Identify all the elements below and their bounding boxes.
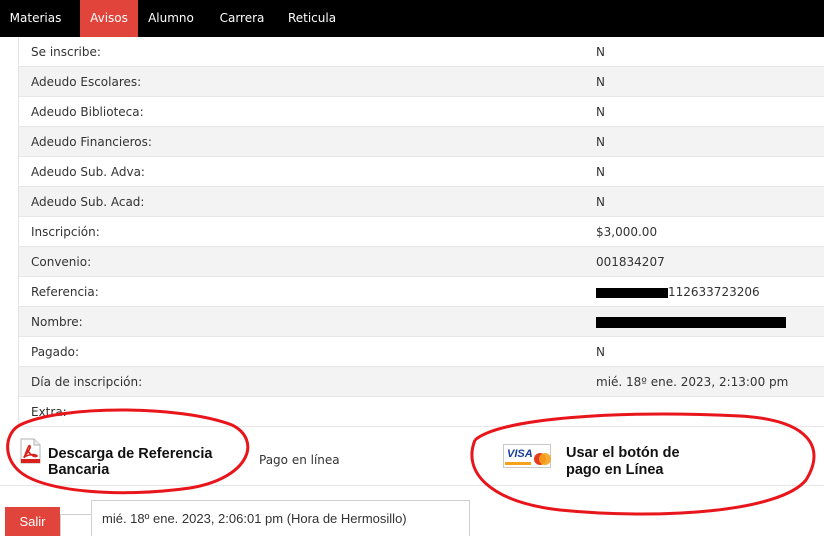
row-value: N [596,105,605,119]
server-datetime: mié. 18º ene. 2023, 2:06:01 pm (Hora de … [102,511,407,526]
row-label: Adeudo Financieros: [31,135,152,149]
row-value: N [596,165,605,179]
info-row-adeudo-biblioteca: Adeudo Biblioteca: N [18,97,824,127]
info-row-inscripcion: Inscripción: $3,000.00 [18,217,824,247]
salir-button[interactable]: Salir [5,507,60,536]
info-row-pagado: Pagado: N [18,337,824,367]
row-value: N [596,195,605,209]
row-value: N [596,45,605,59]
row-label: Inscripción: [31,225,100,239]
row-value: N [596,75,605,89]
redaction-bar [596,317,786,328]
top-nav: Materias Avisos Alumno Carrera Reticula [0,0,824,37]
row-label: Pagado: [31,345,80,359]
tab-reticula[interactable]: Reticula [281,0,343,37]
row-label: Referencia: [31,285,99,299]
info-row-dia-inscripcion: Día de inscripción: mié. 18º ene. 2023, … [18,367,824,397]
info-row-adeudo-sub-acad: Adeudo Sub. Acad: N [18,187,824,217]
row-value: mié. 18º ene. 2023, 2:13:00 pm [596,375,789,389]
pdf-icon[interactable] [19,438,41,464]
row-value: N [596,345,605,359]
row-label: Adeudo Sub. Adva: [31,165,145,179]
info-row-adeudo-escolares: Adeudo Escolares: N [18,67,824,97]
row-label: Adeudo Escolares: [31,75,142,89]
row-label: Día de inscripción: [31,375,143,389]
row-value: 001834207 [596,255,665,269]
footer-spacer [60,514,91,536]
row-label: Convenio: [31,255,92,269]
info-row-nombre: Nombre: [18,307,824,337]
inscription-info-table: Se inscribe: N Adeudo Escolares: N Adeud… [18,37,824,427]
tab-alumno[interactable]: Alumno [142,0,200,37]
tab-avisos[interactable]: Avisos [80,0,138,37]
info-row-referencia: Referencia: 112633723206 [18,277,824,307]
row-value: 112633723206 [596,277,760,307]
download-reference-link[interactable]: Descarga de Referencia Bancaria [48,446,238,478]
online-payment-button-link[interactable]: Usar el botón de pago en Línea [566,445,716,479]
row-label: Extra: [31,405,67,419]
tab-carrera[interactable]: Carrera [214,0,270,37]
row-value: $3,000.00 [596,225,658,239]
visa-brand-text: VISA [507,448,533,460]
row-label: Se inscribe: [31,45,101,59]
row-label: Adeudo Sub. Acad: [31,195,145,209]
pago-en-linea-link[interactable]: Pago en línea [259,453,340,467]
info-row-extra: Extra: [18,397,824,427]
info-row-adeudo-sub-adva: Adeudo Sub. Adva: N [18,157,824,187]
visa-card-icon[interactable]: VISA [503,444,551,468]
info-row-adeudo-financieros: Adeudo Financieros: N [18,127,824,157]
redaction-bar [596,287,668,298]
row-label: Nombre: [31,315,83,329]
row-value [596,307,786,337]
row-label: Adeudo Biblioteca: [31,105,144,119]
server-datetime-box: mié. 18º ene. 2023, 2:06:01 pm (Hora de … [91,500,470,536]
row-value: N [596,135,605,149]
referencia-visible-digits: 112633723206 [668,285,760,299]
info-row-convenio: Convenio: 001834207 [18,247,824,277]
info-row-se-inscribe: Se inscribe: N [18,37,824,67]
tab-materias[interactable]: Materias [4,0,67,37]
